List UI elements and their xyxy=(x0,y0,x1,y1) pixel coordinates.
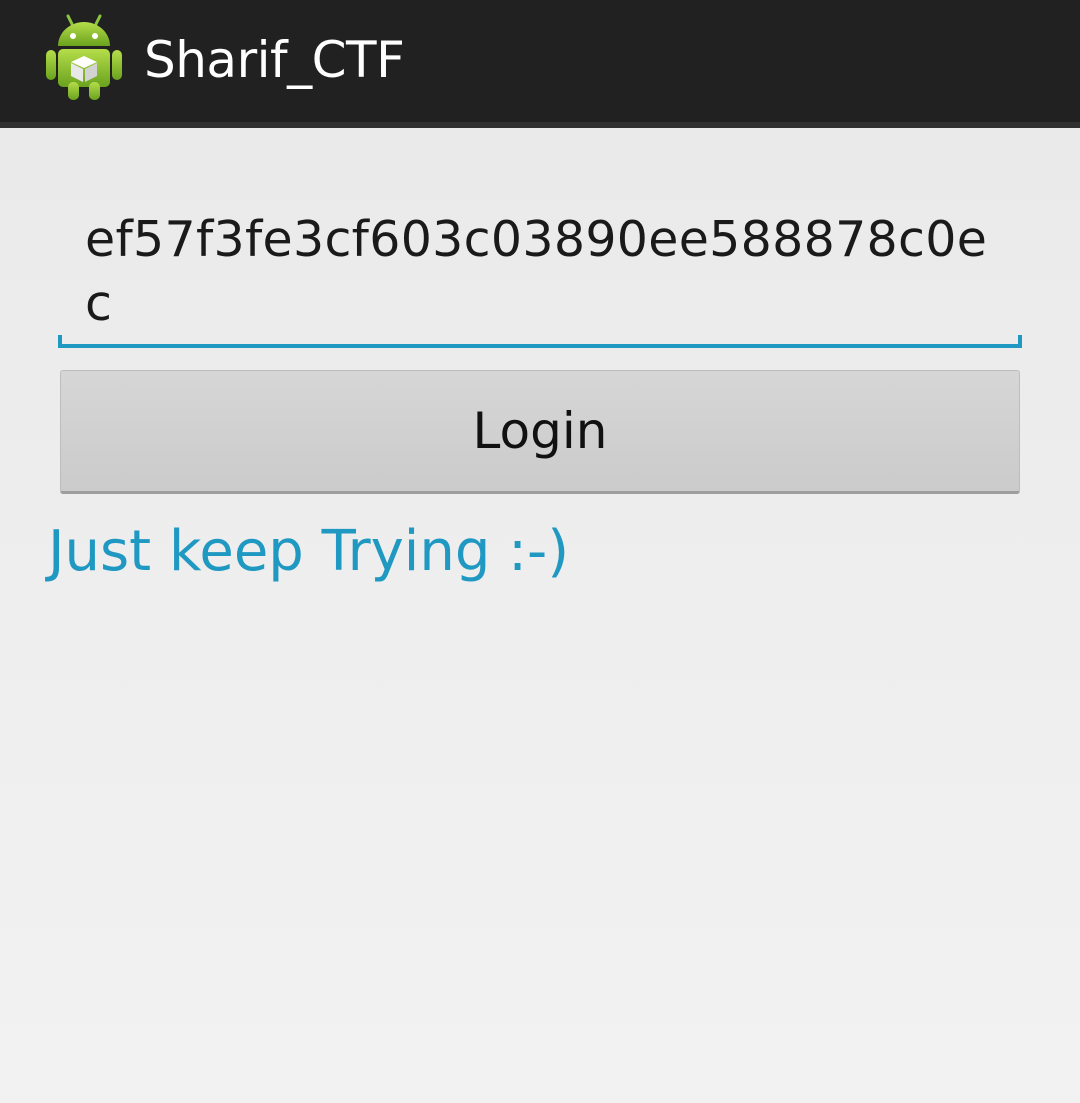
status-message: Just keep Trying :-) xyxy=(48,519,570,584)
login-button[interactable]: Login xyxy=(60,370,1020,494)
login-button-label: Login xyxy=(472,402,608,460)
input-underline xyxy=(58,344,1022,348)
password-input-value[interactable]: ef57f3fe3cf603c03890ee588878c0ec xyxy=(85,208,1005,336)
password-input[interactable]: ef57f3fe3cf603c03890ee588878c0ec xyxy=(58,200,1022,348)
app-title: Sharif_CTF xyxy=(144,31,405,89)
input-underline-left-tick xyxy=(58,335,62,348)
android-robot-icon xyxy=(46,14,122,100)
input-underline-right-tick xyxy=(1018,335,1022,348)
action-bar: Sharif_CTF xyxy=(0,0,1080,128)
